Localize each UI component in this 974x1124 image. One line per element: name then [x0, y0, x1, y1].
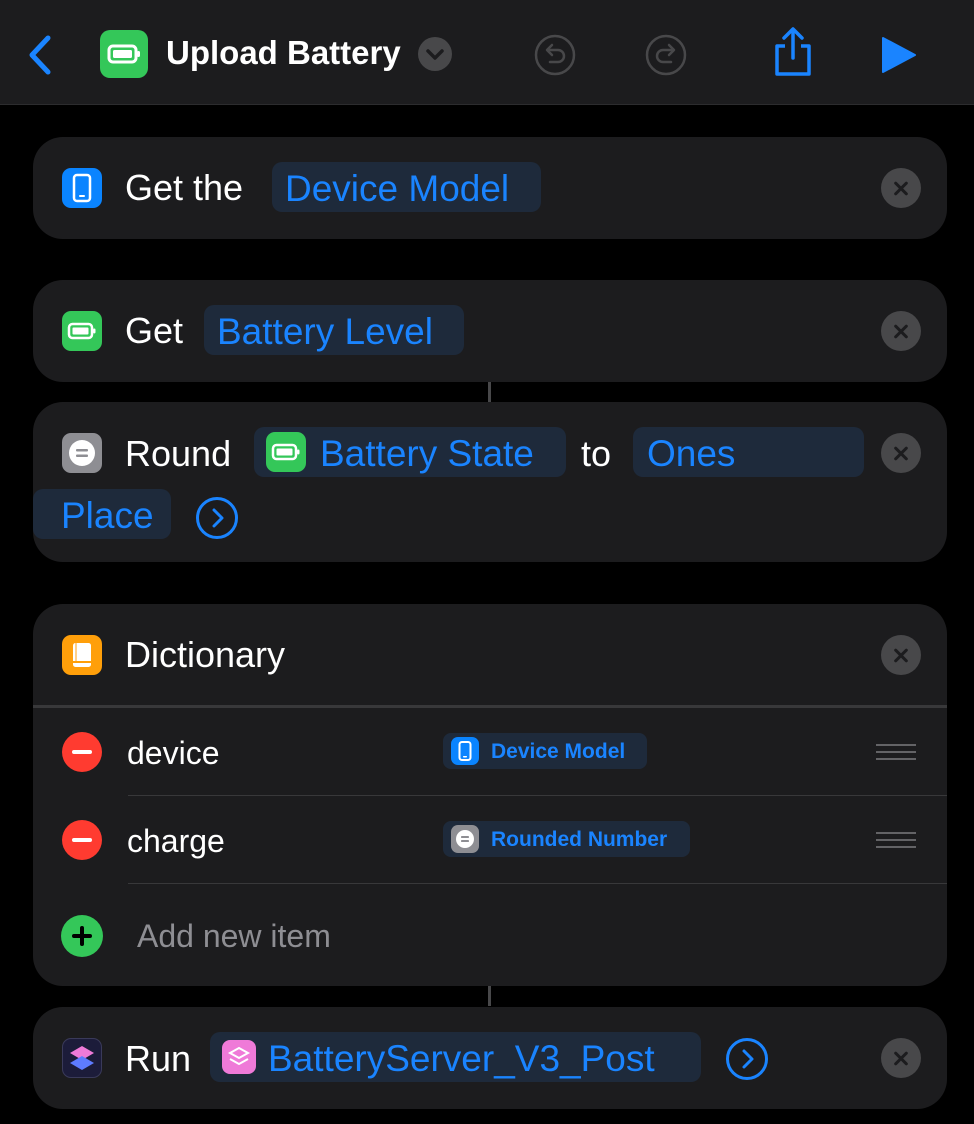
row-divider — [128, 883, 947, 884]
dictionary-header-divider — [33, 705, 947, 708]
token-label: Battery Level — [217, 311, 433, 352]
navigation-bar: Upload Battery — [0, 0, 974, 105]
battery-icon — [266, 432, 306, 472]
remove-action-icon[interactable] — [881, 311, 921, 351]
ones-place-token[interactable]: Ones — [633, 427, 864, 477]
get-battery-level-action[interactable]: Get Battery Level — [33, 280, 947, 382]
device-model-value-token[interactable]: Device Model — [443, 733, 647, 769]
action-label: Run — [125, 1038, 192, 1079]
remove-action-icon[interactable] — [881, 433, 921, 473]
shortcut-title[interactable]: Upload Battery — [166, 34, 401, 72]
action-connector — [488, 986, 491, 1006]
share-icon[interactable] — [772, 26, 814, 78]
round-number-action[interactable]: Round Battery State to Ones Place — [33, 402, 947, 562]
expand-options-icon[interactable] — [726, 1038, 768, 1080]
remove-action-icon[interactable] — [881, 1038, 921, 1078]
battery-icon — [62, 311, 102, 351]
battery-state-token[interactable]: Battery State — [254, 427, 566, 477]
redo-icon[interactable] — [644, 33, 688, 77]
action-connector — [488, 382, 491, 402]
undo-icon[interactable] — [533, 33, 577, 77]
book-icon — [62, 635, 102, 675]
add-item-icon[interactable] — [61, 915, 103, 957]
ones-place-token-continued[interactable]: Place — [33, 489, 171, 539]
play-icon[interactable] — [880, 36, 918, 74]
to-label: to — [581, 433, 612, 474]
chevron-down-icon[interactable] — [418, 37, 452, 71]
token-label: Ones — [647, 433, 736, 474]
token-label: Place — [61, 495, 154, 536]
token-label: Device Model — [285, 168, 510, 209]
action-label: Get the — [125, 167, 244, 208]
device-model-token[interactable]: Device Model — [272, 162, 541, 212]
dictionary-title: Dictionary — [125, 634, 286, 675]
shortcuts-icon — [62, 1038, 102, 1078]
delete-item-icon[interactable] — [62, 732, 102, 772]
calculator-icon — [62, 433, 102, 473]
shortcuts-icon — [222, 1040, 256, 1074]
battery-server-shortcut-token[interactable]: BatteryServer_V3_Post — [210, 1032, 701, 1082]
dictionary-action[interactable]: Dictionary device Device Model charge Ro… — [33, 604, 947, 986]
back-chevron-icon[interactable] — [24, 34, 54, 76]
dictionary-key[interactable]: charge — [127, 825, 225, 857]
reorder-handle-icon[interactable] — [876, 832, 916, 848]
token-label: Battery State — [320, 433, 534, 474]
calculator-icon — [451, 825, 479, 853]
token-label: BatteryServer_V3_Post — [268, 1038, 655, 1079]
row-divider — [128, 795, 947, 796]
token-label: Rounded Number — [491, 828, 668, 851]
get-device-model-action[interactable]: Get the Device Model — [33, 137, 947, 239]
action-label: Get — [125, 310, 184, 351]
device-icon — [62, 168, 102, 208]
device-icon — [451, 737, 479, 765]
add-new-item-label[interactable]: Add new item — [137, 920, 331, 952]
action-label: Round — [125, 433, 232, 474]
battery-icon — [100, 30, 148, 78]
rounded-number-value-token[interactable]: Rounded Number — [443, 821, 690, 857]
delete-item-icon[interactable] — [62, 820, 102, 860]
run-shortcut-action[interactable]: Run BatteryServer_V3_Post — [33, 1007, 947, 1109]
battery-level-token[interactable]: Battery Level — [204, 305, 464, 355]
dictionary-key[interactable]: device — [127, 737, 220, 769]
remove-action-icon[interactable] — [881, 168, 921, 208]
remove-action-icon[interactable] — [881, 635, 921, 675]
expand-options-icon[interactable] — [196, 497, 238, 539]
reorder-handle-icon[interactable] — [876, 744, 916, 760]
token-label: Device Model — [491, 740, 626, 763]
